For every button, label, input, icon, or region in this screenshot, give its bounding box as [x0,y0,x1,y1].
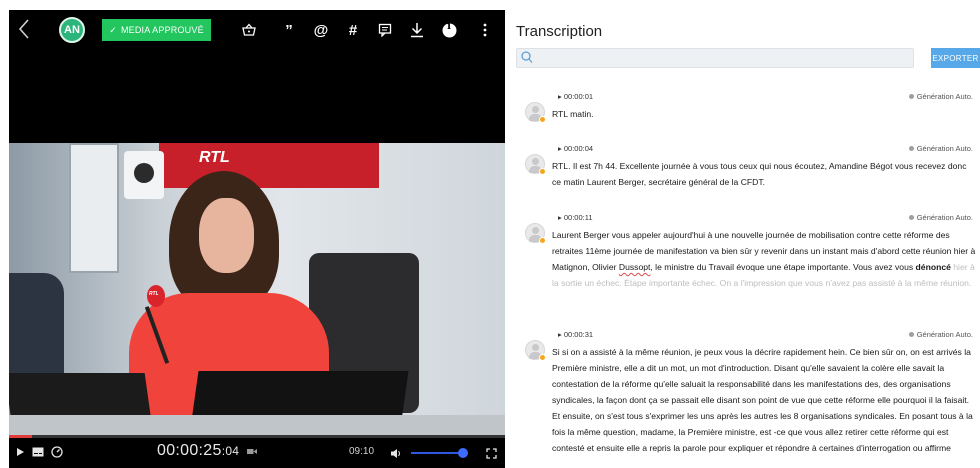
camera-icon [247,442,258,460]
media-app: AN ✓ MEDIA APPROUVÉ ” @ # i RTL RTL 00:0… [0,0,980,468]
panel-title: Transcription [516,23,603,40]
speaker-avatar[interactable] [525,154,546,175]
speaker-status-icon [539,237,546,244]
segment-text[interactable]: Laurent Berger vous appeler aujourd'hui … [552,227,976,291]
segment-timestamp[interactable]: ▸ 00:00:31 [558,330,593,339]
hashtag-icon[interactable]: # [343,20,363,40]
auto-label: Génération Auto. [916,144,973,153]
status-dot-icon [908,332,914,337]
fullscreen-icon[interactable] [484,446,498,460]
status-dot-icon [908,215,914,220]
current-word: dénoncé [915,262,951,272]
play-icon[interactable] [13,445,27,459]
auto-label: Génération Auto. [916,213,973,222]
mic-logo: RTL [149,291,159,297]
user-avatar[interactable]: AN [59,17,85,43]
status-dot-icon [908,146,914,151]
video-player: AN ✓ MEDIA APPROUVÉ ” @ # i RTL RTL 00:0… [9,10,505,468]
total-duration: 09:10 [349,446,375,457]
timecode-main: 00:00:25 [157,442,222,460]
speaker-status-icon [539,168,546,175]
status-dot-icon [908,94,914,99]
info-icon[interactable]: i [439,20,459,40]
more-vertical-icon[interactable] [475,20,495,40]
studio-logo: RTL [199,149,230,166]
search-input[interactable] [516,48,914,68]
speed-icon[interactable] [50,445,64,459]
segment-timestamp[interactable]: ▸ 00:00:01 [558,92,593,101]
transcription-panel: Transcription EXPORTER ▸ 00:00:01 Généra… [505,10,980,468]
subtitles-icon[interactable] [31,445,45,459]
media-approved-label: MEDIA APPROUVÉ [120,25,204,35]
speaker-status-icon [539,116,546,123]
current-timecode: 00:00:25:04 [157,442,258,460]
auto-generation-badge: Génération Auto. [908,144,973,153]
chevron-left-icon[interactable] [17,18,37,42]
microphone: RTL [147,285,165,307]
auto-generation-badge: Génération Auto. [908,330,973,339]
search-icon [521,51,533,63]
media-approved-button[interactable]: ✓ MEDIA APPROUVÉ [102,19,211,41]
comment-icon[interactable] [375,20,395,40]
speaker-avatar[interactable] [525,102,546,123]
quote-icon[interactable]: ” [279,20,299,40]
speaker-avatar[interactable] [525,340,546,361]
segment-text[interactable]: RTL matin. [552,106,976,122]
auto-label: Génération Auto. [916,330,973,339]
export-button[interactable]: EXPORTER [931,48,980,68]
player-toolbar: AN ✓ MEDIA APPROUVÉ ” @ # i [9,10,505,50]
segment-timestamp[interactable]: ▸ 00:00:04 [558,144,593,153]
volume-slider-handle[interactable] [457,448,468,458]
at-icon[interactable]: @ [311,20,331,40]
check-icon: ✓ [109,24,117,35]
speaker-status-icon [539,354,546,361]
info-glyph: i [447,21,451,32]
timecode-frames: :04 [221,444,240,459]
volume-icon[interactable] [389,446,403,460]
auto-generation-badge: Génération Auto. [908,213,973,222]
segment-text[interactable]: Si si on a assisté à la même réunion, je… [552,344,976,456]
player-controls: 00:00:25:04 09:10 [9,438,505,468]
auto-generation-badge: Génération Auto. [908,92,973,101]
studio-speaker [124,151,164,199]
download-icon[interactable] [407,20,427,40]
auto-label: Génération Auto. [916,92,973,101]
segment-timestamp[interactable]: ▸ 00:00:11 [558,213,593,222]
spelling-flag[interactable]: Dussopt [619,262,651,272]
segment-text[interactable]: RTL. Il est 7h 44. Excellente journée à … [552,158,976,190]
basket-icon[interactable] [239,20,259,40]
video-frame[interactable]: RTL RTL [9,143,505,435]
speaker-avatar[interactable] [525,223,546,244]
